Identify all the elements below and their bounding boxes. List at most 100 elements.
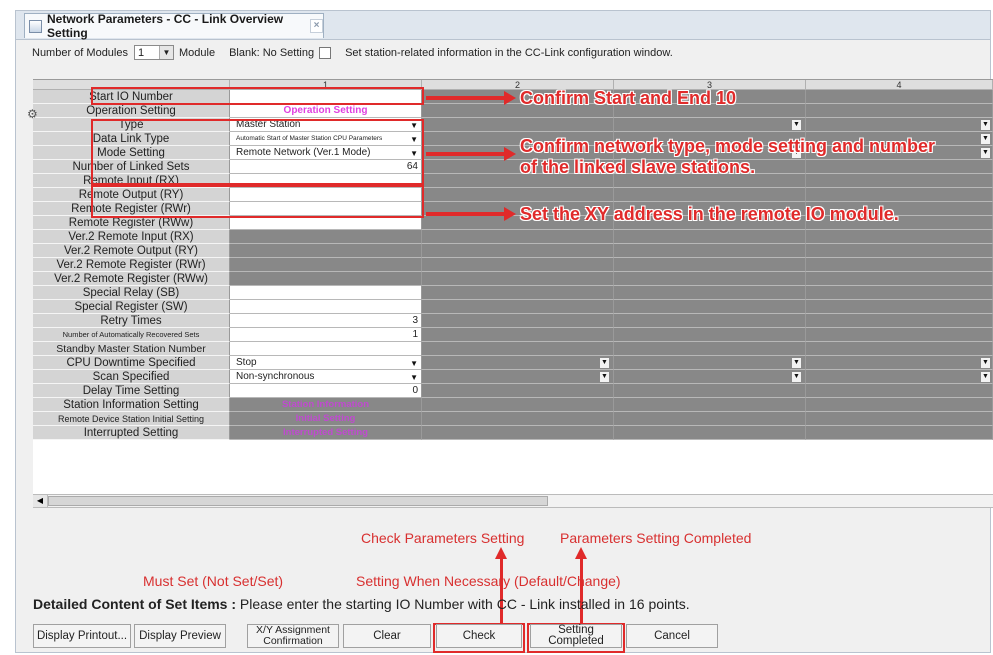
- row-label: Delay Time Setting: [33, 384, 230, 398]
- row-special-register: Special Register (SW): [33, 300, 993, 314]
- station-information-link[interactable]: Station Information: [230, 398, 422, 412]
- row-label: Ver.2 Remote Register (RWr): [33, 258, 230, 272]
- chevron-down-icon[interactable]: ▼: [791, 371, 802, 383]
- row-label: Operation Setting: [33, 104, 230, 118]
- highlight-start-io: [91, 87, 424, 105]
- annotation-network-type-1: Confirm network type, mode setting and n…: [520, 136, 936, 156]
- auto-recovered-input[interactable]: 1: [230, 328, 422, 342]
- xy-assignment-button[interactable]: X/Y Assignment Confirmation: [247, 624, 339, 648]
- display-printout-button[interactable]: Display Printout...: [33, 624, 131, 648]
- row-label: Number of Automatically Recovered Sets: [33, 328, 230, 342]
- chevron-down-icon[interactable]: ▼: [599, 357, 610, 369]
- column-header-4: 4: [806, 80, 993, 90]
- detail-text: Please enter the starting IO Number with…: [239, 596, 690, 612]
- horizontal-scrollbar[interactable]: ◀: [33, 494, 993, 508]
- annotation-xy-address: Set the XY address in the remote IO modu…: [520, 204, 899, 224]
- chevron-down-icon[interactable]: ▼: [980, 147, 991, 159]
- row-label: Station Information Setting: [33, 398, 230, 412]
- chevron-down-icon[interactable]: ▼: [980, 371, 991, 383]
- row-label: Ver.2 Remote Output (RY): [33, 244, 230, 258]
- retry-times-input[interactable]: 3: [230, 314, 422, 328]
- row-operation-setting: Operation Setting Operation Setting: [33, 104, 993, 118]
- modules-select[interactable]: 1 ▼: [134, 45, 174, 60]
- clear-button[interactable]: Clear: [343, 624, 431, 648]
- row-label: Ver.2 Remote Input (RX): [33, 230, 230, 244]
- row-label: Standby Master Station Number: [33, 342, 230, 356]
- annotation-arrow-3: [426, 207, 516, 221]
- chevron-down-icon[interactable]: ▼: [980, 133, 991, 145]
- highlight-remote-io: [91, 185, 424, 218]
- row-remote-device-init: Remote Device Station Initial Setting In…: [33, 412, 993, 426]
- annotation-parameters-completed: Parameters Setting Completed: [560, 530, 752, 546]
- cancel-button[interactable]: Cancel: [626, 624, 718, 648]
- row-label: Remote Device Station Initial Setting: [33, 412, 230, 426]
- close-icon[interactable]: ×: [310, 19, 324, 33]
- display-preview-button[interactable]: Display Preview: [134, 624, 226, 648]
- operation-setting-link[interactable]: Operation Setting: [230, 104, 422, 118]
- delay-time-input[interactable]: 0: [230, 384, 422, 398]
- setting-completed-button[interactable]: Setting Completed: [530, 624, 622, 648]
- cpu-downtime-select[interactable]: Stop ▼: [230, 356, 422, 370]
- settings-gear-icon: ⚙: [27, 107, 38, 121]
- annotation-arrow-1: [426, 91, 516, 105]
- row-label: Interrupted Setting: [33, 426, 230, 440]
- annotation-arrow-completed: [575, 547, 587, 623]
- chevron-down-icon[interactable]: ▼: [791, 357, 802, 369]
- row-cpu-downtime: CPU Downtime Specified Stop ▼ ▼ ▼ ▼: [33, 356, 993, 370]
- row-delay-time: Delay Time Setting 0: [33, 384, 993, 398]
- row-label: Remote Register (RWw): [33, 216, 230, 230]
- chevron-down-icon[interactable]: ▼: [980, 357, 991, 369]
- annotation-start-end: Confirm Start and End 10: [520, 88, 737, 108]
- highlight-network-type: [91, 119, 424, 185]
- annotation-check-parameters: Check Parameters Setting: [361, 530, 525, 546]
- chevron-down-icon: ▼: [159, 46, 173, 59]
- network-icon: [29, 19, 43, 33]
- chevron-down-icon: ▼: [410, 373, 418, 382]
- blank-checkbox[interactable]: [319, 46, 332, 59]
- legend-must-set: Must Set (Not Set/Set): [143, 573, 284, 589]
- row-v2-rwr: Ver.2 Remote Register (RWr): [33, 258, 993, 272]
- row-standby-master: Standby Master Station Number: [33, 342, 993, 356]
- tab-title: Network Parameters - CC - Link Overview …: [47, 12, 284, 40]
- scroll-thumb[interactable]: [48, 496, 548, 506]
- detail-label: Detailed Content of Set Items :: [33, 596, 237, 612]
- chevron-down-icon[interactable]: ▼: [791, 119, 802, 131]
- legend-when-necessary: Setting When Necessary (Default/Change): [356, 573, 621, 589]
- detail-content: Detailed Content of Set Items : Please e…: [33, 596, 690, 612]
- row-label: Special Register (SW): [33, 300, 230, 314]
- annotation-arrow-check: [495, 547, 507, 623]
- chevron-down-icon[interactable]: ▼: [599, 371, 610, 383]
- row-special-relay: Special Relay (SB): [33, 286, 993, 300]
- row-v2-input: Ver.2 Remote Input (RX): [33, 230, 993, 244]
- row-auto-recovered: Number of Automatically Recovered Sets 1: [33, 328, 993, 342]
- special-relay-field[interactable]: [230, 286, 422, 300]
- standby-master-input[interactable]: [230, 342, 422, 356]
- blank-label: Blank: No Setting: [229, 46, 315, 59]
- chevron-down-icon[interactable]: ▼: [980, 119, 991, 131]
- chevron-down-icon: ▼: [410, 359, 418, 368]
- top-settings-bar: Number of Modules 1 ▼ Module Blank: No S…: [32, 45, 673, 60]
- scan-specified-select[interactable]: Non-synchronous ▼: [230, 370, 422, 384]
- tab-network-parameters[interactable]: Network Parameters - CC - Link Overview …: [24, 12, 324, 40]
- modules-label: Number of Modules: [32, 46, 128, 59]
- row-v2-output: Ver.2 Remote Output (RY): [33, 244, 993, 258]
- interrupted-setting-link[interactable]: Interrupted Setting: [230, 426, 422, 440]
- row-v2-rww: Ver.2 Remote Register (RWw): [33, 272, 993, 286]
- initial-setting-link[interactable]: Initial Setting: [230, 412, 422, 426]
- special-register-field[interactable]: [230, 300, 422, 314]
- row-label: Scan Specified: [33, 370, 230, 384]
- row-label: Retry Times: [33, 314, 230, 328]
- module-unit: Module: [179, 46, 216, 59]
- row-label: Ver.2 Remote Register (RWw): [33, 272, 230, 286]
- row-interrupted: Interrupted Setting Interrupted Setting: [33, 426, 993, 440]
- remote-register-rww-field[interactable]: [230, 216, 422, 230]
- row-label: Special Relay (SB): [33, 286, 230, 300]
- scroll-left-icon[interactable]: ◀: [33, 495, 48, 507]
- check-button[interactable]: Check: [436, 624, 522, 648]
- row-retry-times: Retry Times 3: [33, 314, 993, 328]
- row-label: CPU Downtime Specified: [33, 356, 230, 370]
- info-text: Set station-related information in the C…: [345, 46, 673, 59]
- row-station-info: Station Information Setting Station Info…: [33, 398, 993, 412]
- annotation-network-type-2: of the linked slave stations.: [520, 157, 756, 177]
- row-scan-specified: Scan Specified Non-synchronous ▼ ▼ ▼ ▼: [33, 370, 993, 384]
